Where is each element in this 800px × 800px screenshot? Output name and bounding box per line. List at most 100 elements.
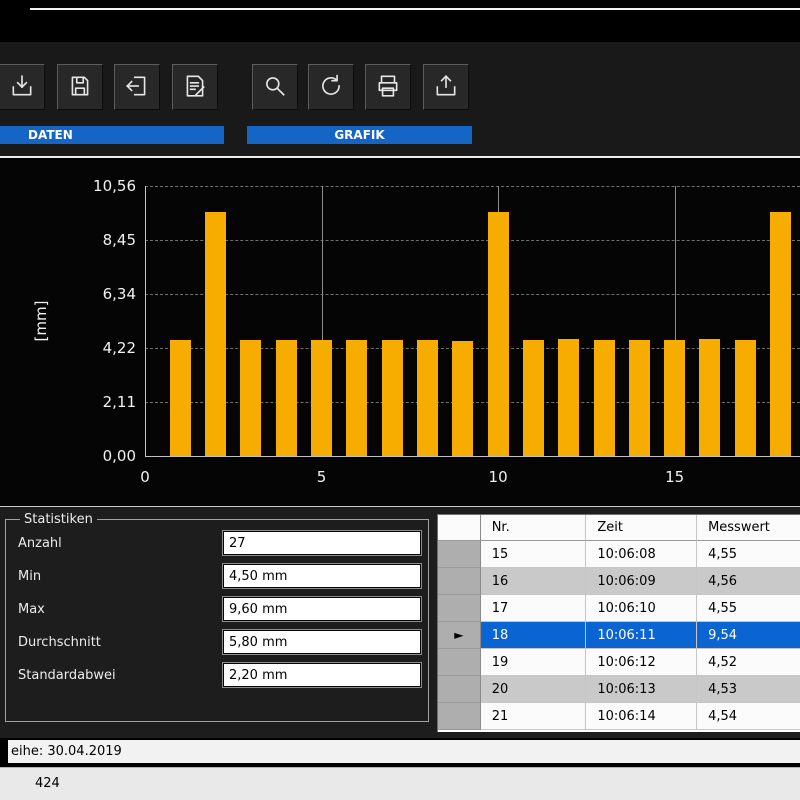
stat-input-durchschnitt[interactable] bbox=[223, 630, 421, 654]
cell-nr[interactable]: 15 bbox=[481, 541, 587, 568]
chart-x-axis bbox=[145, 456, 800, 457]
report-icon bbox=[182, 73, 208, 102]
cell-messwert[interactable]: 4,56 bbox=[697, 568, 800, 595]
chart-bar bbox=[382, 340, 403, 456]
refresh-button[interactable] bbox=[308, 64, 354, 110]
bottom-panel: Statistiken AnzahlMinMaxDurchschnittStan… bbox=[0, 507, 800, 738]
x-tick-label: 0 bbox=[130, 468, 160, 486]
cell-messwert[interactable]: 4,55 bbox=[697, 541, 800, 568]
top-divider bbox=[30, 8, 800, 10]
import-button[interactable] bbox=[0, 64, 45, 110]
cell-messwert[interactable]: 4,55 bbox=[697, 595, 800, 622]
chart-bar bbox=[346, 340, 367, 456]
cell-zeit[interactable]: 10:06:08 bbox=[586, 541, 697, 568]
chart-bar bbox=[699, 339, 720, 456]
status-text: eihe: 30.04.2019 bbox=[11, 744, 122, 759]
y-tick-label: 4,22 bbox=[82, 339, 136, 357]
export-button[interactable] bbox=[423, 64, 469, 110]
table-row[interactable]: 1510:06:084,55 bbox=[438, 541, 800, 568]
exit-icon bbox=[124, 73, 150, 102]
y-tick-label: 8,45 bbox=[82, 231, 136, 249]
row-selector-cell[interactable] bbox=[438, 541, 481, 568]
table-row[interactable]: ► 1810:06:119,54 bbox=[438, 622, 800, 649]
chart-bar bbox=[205, 212, 226, 456]
chart-bar bbox=[170, 340, 191, 456]
toolbar-divider bbox=[0, 156, 800, 158]
cell-messwert[interactable]: 4,53 bbox=[697, 676, 800, 703]
stat-input-min[interactable] bbox=[223, 564, 421, 588]
row-selector-cell[interactable] bbox=[438, 568, 481, 595]
stat-label: Min bbox=[18, 569, 223, 584]
stat-label: Durchschnitt bbox=[18, 635, 223, 650]
table-header: Nr.ZeitMesswert bbox=[438, 515, 800, 541]
row-selector-cell[interactable] bbox=[438, 595, 481, 622]
cell-nr[interactable]: 19 bbox=[481, 649, 587, 676]
cell-zeit[interactable]: 10:06:09 bbox=[586, 568, 697, 595]
statistics-groupbox: Statistiken AnzahlMinMaxDurchschnittStan… bbox=[5, 512, 429, 722]
stat-label: Anzahl bbox=[18, 536, 223, 551]
zoom-button[interactable] bbox=[252, 64, 298, 110]
row-selector-cell[interactable]: ► bbox=[438, 622, 481, 649]
report-button[interactable] bbox=[172, 64, 218, 110]
app-window: DATEN GRAFIK [mm] 0,002,114,226,348,4510… bbox=[0, 0, 800, 800]
measurement-chart: [mm] 0,002,114,226,348,4510,56051015 bbox=[0, 160, 800, 506]
cell-zeit[interactable]: 10:06:11 bbox=[586, 622, 697, 649]
stat-input-anzahl[interactable] bbox=[223, 531, 421, 555]
cell-nr[interactable]: 18 bbox=[481, 622, 587, 649]
exit-button[interactable] bbox=[114, 64, 160, 110]
cell-messwert[interactable]: 9,54 bbox=[697, 622, 800, 649]
table-body: 1510:06:084,551610:06:094,561710:06:104,… bbox=[438, 541, 800, 730]
row-selector-cell[interactable] bbox=[438, 703, 481, 730]
table-row[interactable]: 1910:06:124,52 bbox=[438, 649, 800, 676]
chart-plot-area: 0,002,114,226,348,4510,56051015 bbox=[0, 160, 800, 506]
print-icon bbox=[375, 73, 401, 102]
export-icon bbox=[433, 73, 459, 102]
y-tick-label: 0,00 bbox=[82, 447, 136, 465]
row-selector-cell[interactable] bbox=[438, 649, 481, 676]
measurements-table: Nr.ZeitMesswert 1510:06:084,551610:06:09… bbox=[437, 514, 800, 732]
cell-zeit[interactable]: 10:06:14 bbox=[586, 703, 697, 730]
cell-zeit[interactable]: 10:06:13 bbox=[586, 676, 697, 703]
table-row[interactable]: 1610:06:094,56 bbox=[438, 568, 800, 595]
stat-input-standardabwei[interactable] bbox=[223, 663, 421, 687]
chart-bar bbox=[240, 340, 261, 456]
statistics-fields: Anzahl Min Max Durchschnitt Standardabwei bbox=[18, 531, 428, 687]
cell-messwert[interactable]: 4,54 bbox=[697, 703, 800, 730]
refresh-icon bbox=[318, 73, 344, 102]
chart-bar bbox=[629, 340, 650, 456]
x-tick-label: 10 bbox=[483, 468, 513, 486]
bottom-status-text: 424 bbox=[35, 776, 60, 791]
cell-zeit[interactable]: 10:06:10 bbox=[586, 595, 697, 622]
print-button[interactable] bbox=[365, 64, 411, 110]
stat-field: Max bbox=[18, 597, 428, 621]
chart-bar bbox=[452, 341, 473, 456]
table-row[interactable]: 2010:06:134,53 bbox=[438, 676, 800, 703]
chart-bar bbox=[276, 340, 297, 456]
stat-label: Max bbox=[18, 602, 223, 617]
cell-nr[interactable]: 17 bbox=[481, 595, 587, 622]
grafik-group-label: GRAFIK bbox=[247, 126, 472, 144]
cell-nr[interactable]: 20 bbox=[481, 676, 587, 703]
chart-bar bbox=[735, 340, 756, 456]
stat-field: Standardabwei bbox=[18, 663, 428, 687]
table-row[interactable]: 1710:06:104,55 bbox=[438, 595, 800, 622]
cell-nr[interactable]: 16 bbox=[481, 568, 587, 595]
import-icon bbox=[9, 73, 35, 102]
chart-bar bbox=[488, 212, 509, 456]
cell-zeit[interactable]: 10:06:12 bbox=[586, 649, 697, 676]
stat-input-max[interactable] bbox=[223, 597, 421, 621]
zoom-icon bbox=[262, 73, 288, 102]
chart-bar bbox=[311, 340, 332, 456]
selected-row-arrow: ► bbox=[454, 629, 463, 641]
row-selector-cell[interactable] bbox=[438, 676, 481, 703]
stat-field: Min bbox=[18, 564, 428, 588]
y-tick-label: 10,56 bbox=[82, 177, 136, 195]
save-button[interactable] bbox=[57, 64, 103, 110]
daten-group-label: DATEN bbox=[0, 126, 224, 144]
stat-field: Durchschnitt bbox=[18, 630, 428, 654]
chart-gridline-h bbox=[145, 294, 800, 295]
table-row[interactable]: 2110:06:144,54 bbox=[438, 703, 800, 730]
cell-messwert[interactable]: 4,52 bbox=[697, 649, 800, 676]
cell-nr[interactable]: 21 bbox=[481, 703, 587, 730]
chart-bar bbox=[558, 339, 579, 456]
